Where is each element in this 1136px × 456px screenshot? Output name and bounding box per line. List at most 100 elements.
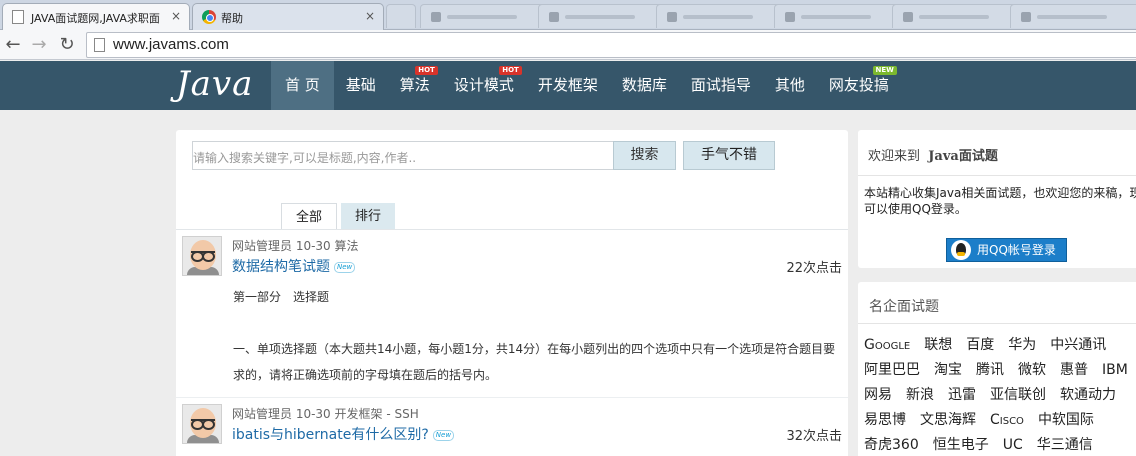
nav-label: 数据库 xyxy=(621,76,667,94)
site-header: Java 首 页 基础 算法 HOT 设计模式 HOT 开发框架 数据库 面试指导 … xyxy=(0,61,1136,110)
company-link[interactable]: 迅雷 xyxy=(948,387,976,403)
page-icon xyxy=(1021,12,1031,22)
click-count: 32次点击 xyxy=(786,429,842,444)
page-icon xyxy=(94,38,105,52)
post-meta: 网站管理员 10-30 开发框架 - SSH xyxy=(232,407,419,421)
page-icon xyxy=(667,12,677,22)
browser-tab-help[interactable]: 帮助 × xyxy=(192,3,384,30)
browser-tab-blurred[interactable] xyxy=(892,4,1022,28)
company-link[interactable]: 中兴通讯 xyxy=(1050,337,1106,353)
close-icon[interactable]: × xyxy=(171,9,181,23)
site-logo[interactable]: Java xyxy=(176,64,253,104)
nav-item-database[interactable]: 数据库 xyxy=(610,61,679,110)
nav-item-other[interactable]: 其他 xyxy=(763,61,817,110)
company-link[interactable]: 恒生电子 xyxy=(933,437,989,453)
excerpt-paragraph: 一、单项选择题（本大题共14小题，每小题1分，共14分）在每小题列出的四个选项中… xyxy=(233,342,836,382)
tab-all[interactable]: 全部 xyxy=(281,203,338,230)
post-item: 网站管理员 10-30 算法 数据结构笔试题 New 22次点击 第一部分 选择题… xyxy=(176,230,848,400)
company-link[interactable]: 阿里巴巴 xyxy=(864,362,920,378)
welcome-text: 本站精心收集Java相关面试题，也欢迎您的来稿，现在可以使用QQ登录。 xyxy=(864,186,1136,216)
company-link[interactable]: 软通动力 xyxy=(1060,387,1116,403)
company-link[interactable]: 腾讯 xyxy=(976,362,1004,378)
avatar[interactable] xyxy=(182,404,222,444)
close-icon[interactable]: × xyxy=(365,9,375,23)
company-link[interactable]: 华三通信 xyxy=(1037,437,1093,453)
tab-rank[interactable]: 排行 xyxy=(341,203,396,230)
company-link[interactable]: 易思博 xyxy=(864,412,906,428)
page-icon xyxy=(12,10,24,24)
welcome-divider xyxy=(858,175,1136,176)
nav-label: 基础 xyxy=(345,76,376,94)
new-tab-button[interactable] xyxy=(386,4,416,28)
welcome-site-name: Java面试题 xyxy=(928,149,998,164)
nav-item-algorithms[interactable]: 算法 HOT xyxy=(388,61,442,110)
avatar[interactable] xyxy=(182,236,222,276)
main-nav: 首 页 基础 算法 HOT 设计模式 HOT 开发框架 数据库 面试指导 其他 网友… xyxy=(271,61,901,110)
company-box: 名企面试题 Google 联想 百度 华为 中兴通讯 阿里巴巴 淘宝 腾讯 微软 惠普 IBM 网… xyxy=(858,282,1136,456)
company-link[interactable]: 微软 xyxy=(1018,362,1046,378)
nav-item-submissions[interactable]: 网友投搞 NEW xyxy=(817,61,901,110)
nav-item-interview-guide[interactable]: 面试指导 xyxy=(679,61,763,110)
main-panel: 请输入搜索关键字,可以是标题,内容,作者.. 搜索 手气不错 全部 排行 网站管… xyxy=(176,130,848,456)
post-title[interactable]: 数据结构笔试题 New xyxy=(232,256,356,276)
nav-item-basics[interactable]: 基础 xyxy=(334,61,388,110)
company-link[interactable]: 奇虎360 xyxy=(864,437,919,453)
company-link[interactable]: 亚信联创 xyxy=(990,387,1046,403)
company-link[interactable]: 华为 xyxy=(1008,337,1036,353)
company-row: 奇虎360 恒生电子 UC 华三通信 xyxy=(864,434,1136,456)
chrome-icon xyxy=(202,10,216,24)
company-link[interactable]: 网易 xyxy=(864,387,892,403)
company-link[interactable]: Google xyxy=(864,337,910,353)
browser-toolbar: ← → ↻ www.javams.com xyxy=(0,30,1136,60)
post-title-text: 数据结构笔试题 xyxy=(232,259,330,275)
nav-item-frameworks[interactable]: 开发框架 xyxy=(526,61,610,110)
new-badge: NEW xyxy=(872,66,897,75)
company-link[interactable]: IBM xyxy=(1102,362,1128,378)
nav-label: 网友投搞 xyxy=(828,76,889,94)
post-tabs: 全部 排行 xyxy=(281,203,396,230)
company-link[interactable]: 百度 xyxy=(966,337,994,353)
post-meta: 网站管理员 10-30 算法 xyxy=(232,239,359,253)
company-link[interactable]: UC xyxy=(1003,437,1023,453)
browser-tab-blurred[interactable] xyxy=(420,4,550,28)
welcome-title: 欢迎来到 Java面试题 xyxy=(868,145,998,164)
post-title[interactable]: ibatis与hibernate有什么区别? New xyxy=(232,424,455,444)
reload-icon[interactable]: ↻ xyxy=(56,34,78,56)
page-icon xyxy=(549,12,559,22)
page-icon xyxy=(903,12,913,22)
back-arrow-icon[interactable]: ← xyxy=(2,34,24,56)
browser-tab-blurred[interactable] xyxy=(538,4,668,28)
blurred-title xyxy=(683,15,753,19)
browser-tab-blurred[interactable] xyxy=(774,4,904,28)
browser-tab-javams[interactable]: JAVA面试题网,JAVA求职面 × xyxy=(2,3,190,31)
new-tag: New xyxy=(432,429,455,441)
company-list: Google 联想 百度 华为 中兴通讯 阿里巴巴 淘宝 腾讯 微软 惠普 IBM 网易 新浪 迅雷亚… xyxy=(864,334,1136,456)
company-link[interactable]: 中软国际 xyxy=(1038,412,1094,428)
hot-badge: HOT xyxy=(415,66,438,75)
company-row: 网易 新浪 迅雷 亚信联创 软通动力 xyxy=(864,384,1136,409)
search-input[interactable]: 请输入搜索关键字,可以是标题,内容,作者.. xyxy=(192,141,614,170)
browser-tab-strip: JAVA面试题网,JAVA求职面 × 帮助 × xyxy=(0,0,1136,31)
nav-item-home[interactable]: 首 页 xyxy=(271,61,334,110)
nav-label: 面试指导 xyxy=(690,76,751,94)
qq-login-label: 用QQ帐号登录 xyxy=(977,243,1056,257)
nav-item-design-patterns[interactable]: 设计模式 HOT xyxy=(442,61,526,110)
page-icon xyxy=(785,12,795,22)
forward-arrow-icon[interactable]: → xyxy=(28,34,50,56)
nav-label: 其他 xyxy=(774,76,805,94)
company-link[interactable]: 新浪 xyxy=(906,387,934,403)
new-tag: New xyxy=(334,261,356,273)
browser-tab-blurred[interactable] xyxy=(1010,4,1136,28)
company-row: Google 联想 百度 华为 中兴通讯 xyxy=(864,334,1136,359)
company-link[interactable]: 文思海辉 xyxy=(920,412,976,428)
search-button[interactable]: 搜索 xyxy=(613,141,676,170)
address-bar[interactable]: www.javams.com xyxy=(86,32,1136,58)
company-link[interactable]: Cisco xyxy=(990,412,1024,428)
company-link[interactable]: 淘宝 xyxy=(934,362,962,378)
lucky-button[interactable]: 手气不错 xyxy=(683,141,775,170)
company-link[interactable]: 联想 xyxy=(924,337,952,353)
qq-login-button[interactable]: 用QQ帐号登录 xyxy=(946,238,1067,262)
browser-tab-blurred[interactable] xyxy=(656,4,786,28)
blurred-title xyxy=(447,15,517,19)
company-link[interactable]: 惠普 xyxy=(1060,362,1088,378)
